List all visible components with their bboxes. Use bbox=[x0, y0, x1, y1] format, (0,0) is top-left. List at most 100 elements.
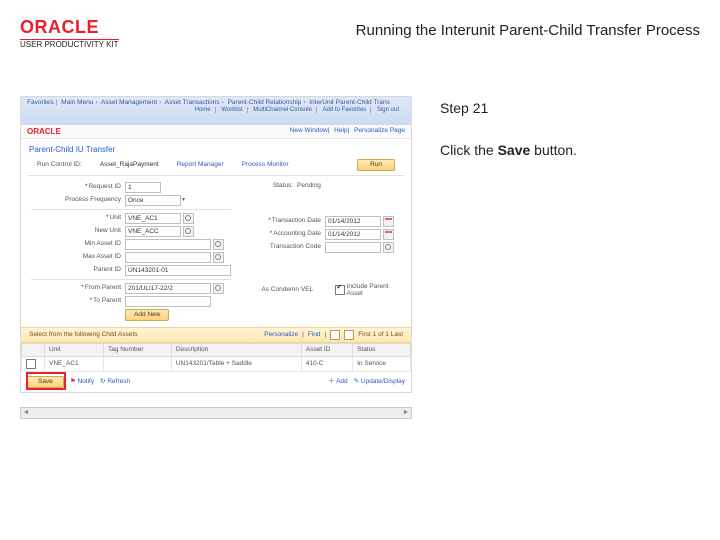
personalize-link[interactable]: Personalize Page bbox=[354, 127, 405, 134]
breadcrumb-item[interactable]: Asset Transactions bbox=[165, 99, 220, 106]
highlight-save bbox=[26, 372, 66, 390]
unit-label: Unit bbox=[31, 214, 125, 222]
row-checkbox[interactable] bbox=[26, 359, 36, 369]
newwindow-link[interactable]: New Window bbox=[290, 127, 328, 134]
grid-tool-icon[interactable] bbox=[344, 330, 354, 340]
grid-header-bar: Select from the following Child Assets P… bbox=[21, 327, 411, 343]
report-manager-link[interactable]: Report Manager bbox=[177, 161, 224, 169]
lookup-icon[interactable] bbox=[183, 213, 194, 224]
unit-input[interactable]: VNE_AC1 bbox=[125, 213, 181, 224]
status-value: Pending bbox=[297, 182, 321, 190]
scroll-right-icon[interactable]: ► bbox=[401, 409, 411, 417]
acctdate-input[interactable]: 01/14/2012 bbox=[325, 229, 381, 240]
lookup-icon[interactable] bbox=[213, 283, 224, 294]
oracle-logo: ORACLE USER PRODUCTIVITY KIT bbox=[20, 18, 119, 50]
page-title: Running the Interunit Parent-Child Trans… bbox=[356, 22, 700, 39]
breadcrumb-item[interactable]: Parent-Child Relationship bbox=[228, 99, 302, 106]
col-assetid[interactable]: Asset ID bbox=[301, 343, 352, 356]
status-label: Status: bbox=[231, 182, 293, 190]
col-status[interactable]: Status bbox=[353, 343, 411, 356]
notify-link[interactable]: ⚑ Notify bbox=[70, 378, 94, 386]
add-link[interactable]: ＋ Add bbox=[328, 378, 348, 386]
newunit-input[interactable]: VNE_ACC bbox=[125, 226, 181, 237]
table-row[interactable]: VNE_AC1 UN143201/Table + Saddle 410-C In… bbox=[22, 356, 411, 371]
find-link[interactable]: Find bbox=[308, 331, 321, 339]
action-bar: Save ⚑ Notify ↻ Refresh ＋ Add bbox=[21, 372, 411, 392]
transcode-input[interactable] bbox=[325, 242, 381, 253]
breadcrumb-item[interactable]: InterUnit Parent-Child Trans bbox=[309, 99, 390, 106]
favorites-link[interactable]: Add to Favorites bbox=[323, 107, 372, 113]
parentid-input[interactable]: UN143201-01 bbox=[125, 265, 231, 276]
grid-paging: First 1 of 1 Last bbox=[358, 331, 403, 339]
cell-assetid: 410-C bbox=[301, 356, 352, 371]
worklist-link[interactable]: Worklist bbox=[221, 107, 247, 113]
requestid-label: Request ID bbox=[31, 183, 125, 191]
horizontal-scrollbar[interactable]: ◄ ► bbox=[20, 407, 412, 419]
calendar-icon[interactable] bbox=[383, 229, 394, 240]
lookup-icon[interactable] bbox=[213, 252, 224, 263]
requestid-input[interactable]: 1 bbox=[125, 182, 161, 193]
app-topbar: Favorites| Main Menu› Asset Management› … bbox=[21, 97, 411, 125]
runcontrol-label: Run Control ID: bbox=[37, 161, 82, 169]
step-label: Step 21 bbox=[440, 100, 700, 116]
application-screenshot: Favorites| Main Menu› Asset Management› … bbox=[20, 96, 412, 419]
instruction-text: Click the Save button. bbox=[440, 142, 700, 158]
procfreq-select[interactable]: Once bbox=[125, 195, 181, 206]
includeparent-label: Include Parent Asset bbox=[347, 283, 401, 299]
lookup-icon[interactable] bbox=[213, 239, 224, 250]
update-display-link[interactable]: ✎ Update/Display bbox=[354, 378, 405, 386]
transdate-input[interactable]: 01/14/2012 bbox=[325, 216, 381, 227]
scroll-left-icon[interactable]: ◄ bbox=[21, 409, 31, 417]
edit-icon: ✎ bbox=[354, 378, 359, 385]
minasset-label: Min Asset ID bbox=[31, 240, 125, 248]
includeparent-checkbox[interactable] bbox=[335, 285, 344, 295]
logo-subtitle: USER PRODUCTIVITY KIT bbox=[20, 39, 119, 50]
addnew-button[interactable]: Add New bbox=[125, 309, 169, 321]
cell-desc: UN143201/Table + Saddle bbox=[171, 356, 301, 371]
cell-unit: VNE_AC1 bbox=[45, 356, 104, 371]
process-monitor-link[interactable]: Process Monitor bbox=[242, 161, 289, 169]
transcode-label: Transaction Code bbox=[231, 243, 325, 251]
breadcrumb-item[interactable]: Asset Management bbox=[101, 99, 157, 106]
lookup-icon[interactable] bbox=[183, 226, 194, 237]
breadcrumb-item[interactable]: Main Menu bbox=[61, 99, 93, 106]
cell-status: In Service bbox=[353, 356, 411, 371]
grid-tool-icon[interactable] bbox=[330, 330, 340, 340]
home-link[interactable]: Home bbox=[195, 107, 216, 113]
newunit-label: New Unit bbox=[31, 227, 125, 235]
maxasset-label: Max Asset ID bbox=[31, 253, 125, 261]
table-header-row: Unit Tag Number Description Asset ID Sta… bbox=[22, 343, 411, 356]
brand-row: ORACLE New Window| Help| Personalize Pag… bbox=[21, 125, 411, 140]
col-tag[interactable]: Tag Number bbox=[104, 343, 172, 356]
transdate-label: Transaction Date bbox=[231, 217, 325, 225]
plus-icon: ＋ bbox=[328, 378, 335, 385]
lookup-icon[interactable] bbox=[383, 242, 394, 253]
col-unit[interactable]: Unit bbox=[45, 343, 104, 356]
run-button[interactable]: Run bbox=[357, 159, 395, 171]
chevron-down-icon: ▾ bbox=[182, 197, 185, 204]
breadcrumb-item[interactable]: Favorites bbox=[27, 99, 54, 106]
refresh-link[interactable]: ↻ Refresh bbox=[100, 378, 130, 386]
multichannel-link[interactable]: MultiChannel Console bbox=[253, 107, 317, 113]
top-links: Home Worklist MultiChannel Console Add t… bbox=[193, 107, 405, 114]
procfreq-label: Process Frequency bbox=[31, 196, 125, 204]
minasset-input[interactable] bbox=[125, 239, 211, 250]
personalize-grid-link[interactable]: Personalize bbox=[264, 331, 298, 339]
fromparent-input[interactable]: 201/ULI17-22/2 bbox=[125, 283, 211, 294]
child-assets-table: Unit Tag Number Description Asset ID Sta… bbox=[21, 343, 411, 372]
signout-link[interactable]: Sign out bbox=[377, 107, 403, 113]
logo-text: ORACLE bbox=[20, 18, 119, 38]
maxasset-input[interactable] bbox=[125, 252, 211, 263]
instruction-panel: Step 21 Click the Save button. bbox=[440, 96, 700, 419]
fromparent-label: From Parent bbox=[31, 284, 125, 292]
acctdate-label: Accounting Date bbox=[231, 230, 325, 238]
toparent-label: To Parent bbox=[31, 297, 125, 305]
col-desc[interactable]: Description bbox=[171, 343, 301, 356]
runcontrol-value: Asset_RajaPayment bbox=[100, 161, 159, 169]
parentid-label: Parent ID bbox=[31, 266, 125, 274]
calendar-icon[interactable] bbox=[383, 216, 394, 227]
toparent-input[interactable] bbox=[125, 296, 211, 307]
cell-tag bbox=[104, 356, 172, 371]
autocond-label: As Condemn VEL bbox=[231, 286, 317, 294]
help-link[interactable]: Help bbox=[334, 127, 347, 134]
